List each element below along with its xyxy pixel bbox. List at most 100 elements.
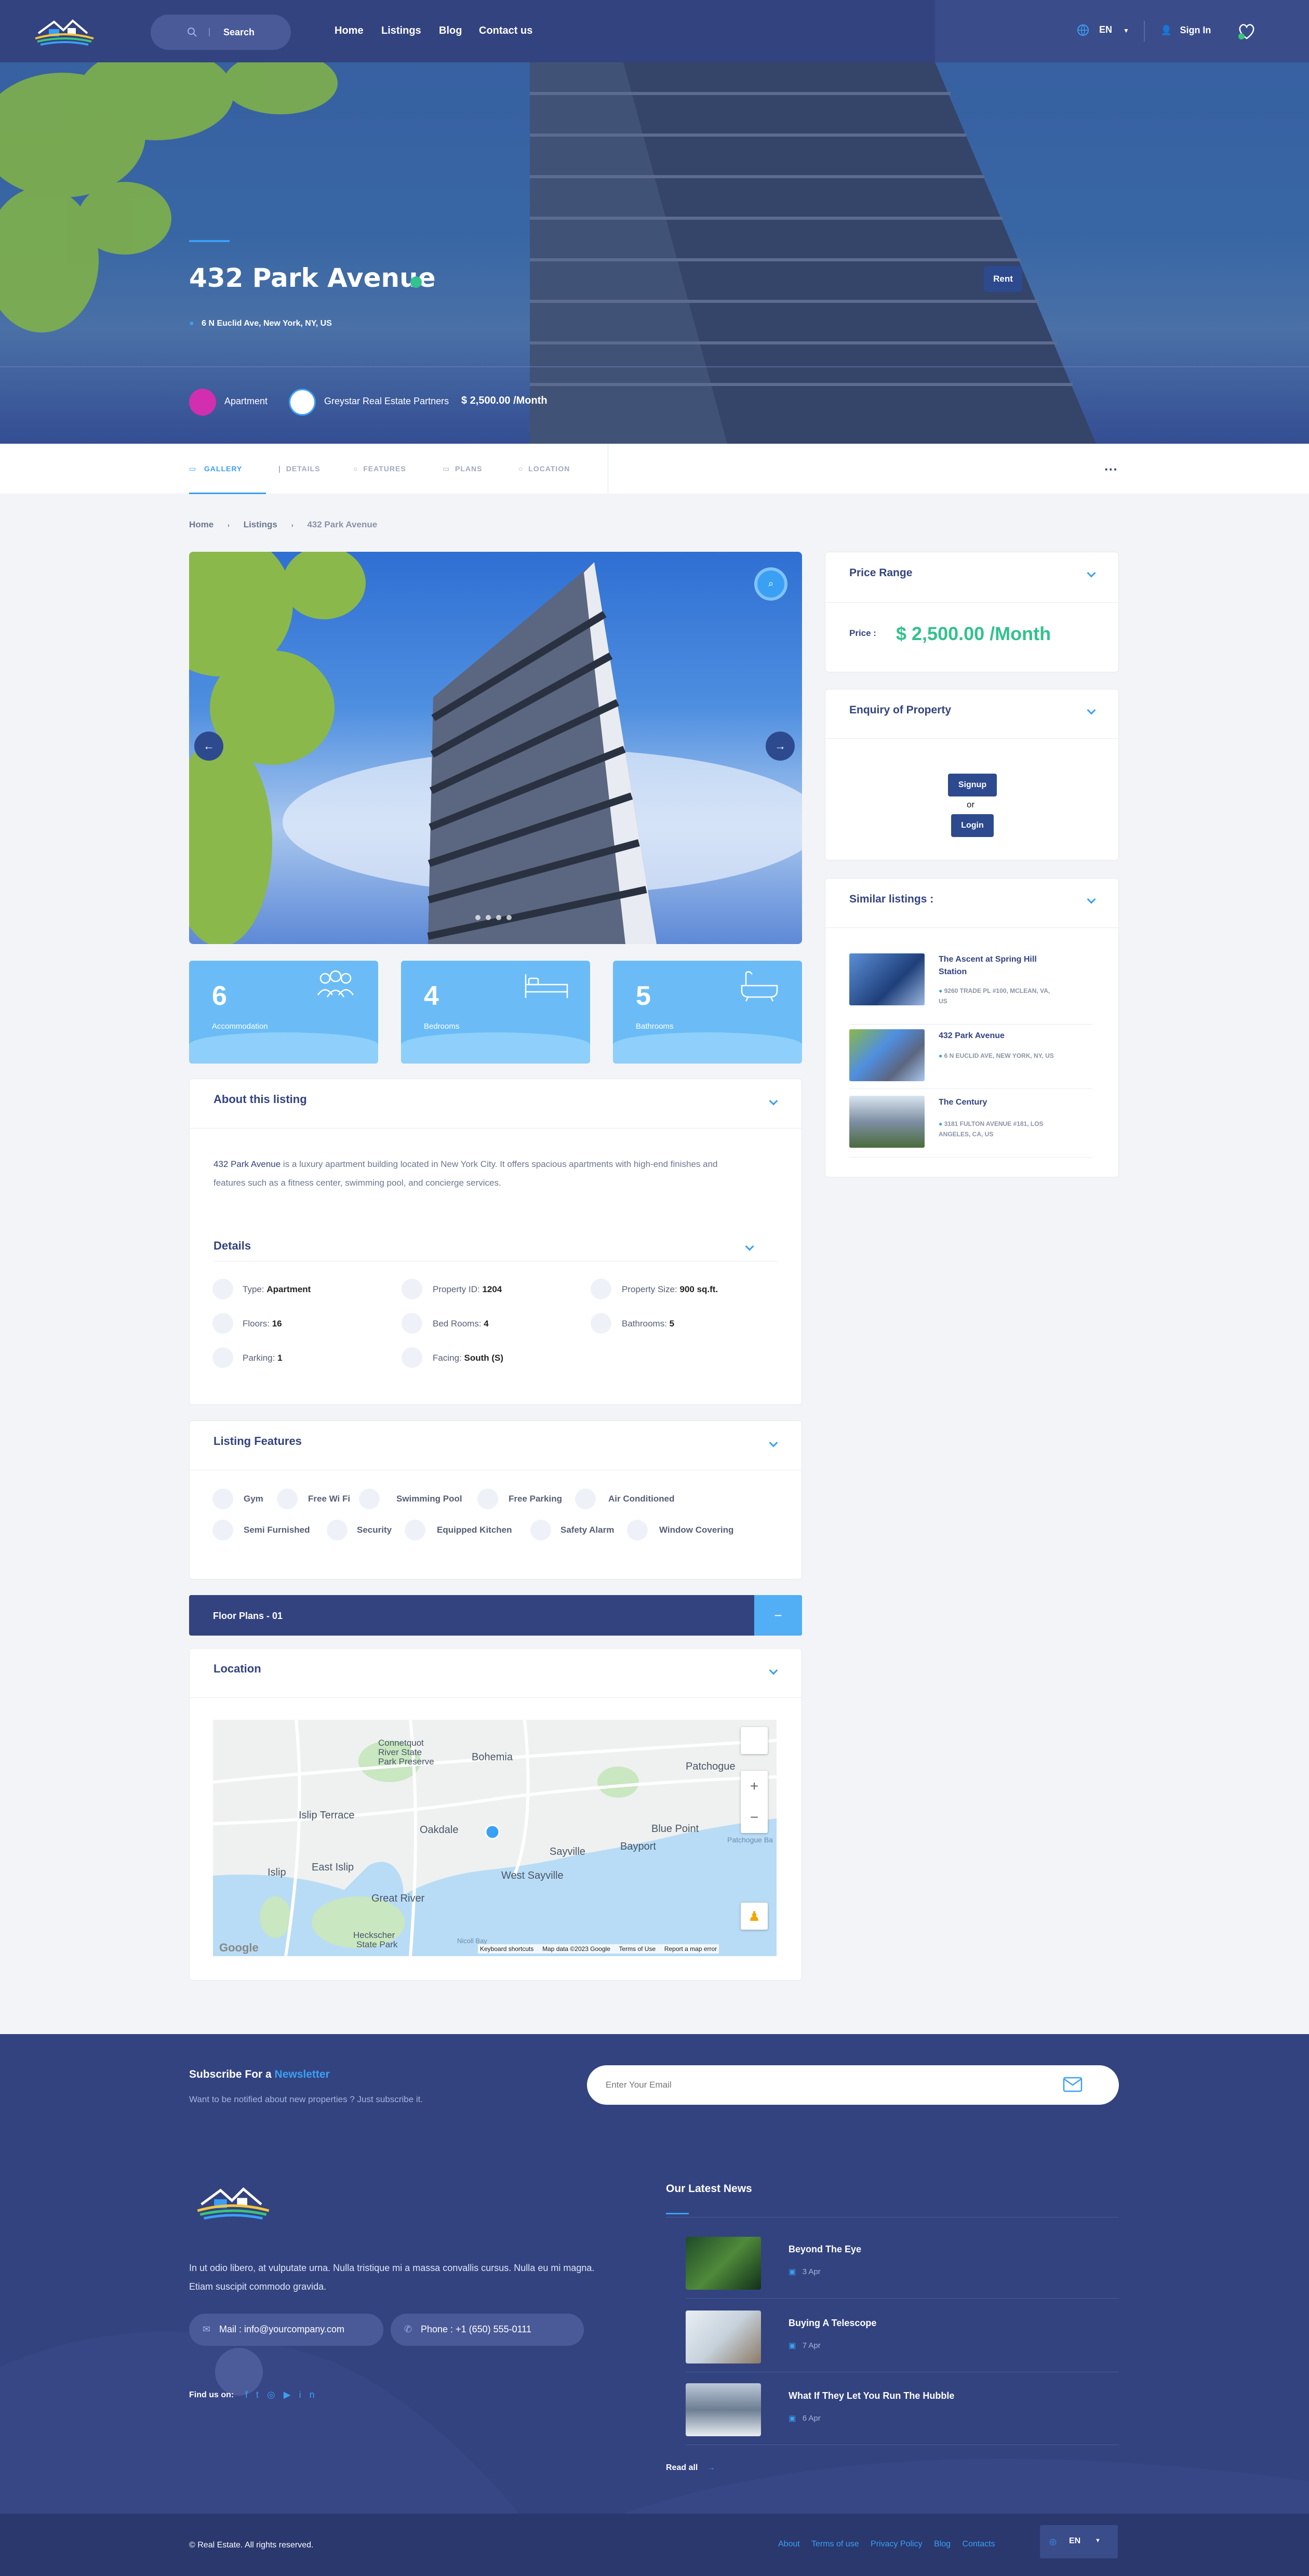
chevron-down-icon: ▼ bbox=[1095, 2538, 1101, 2544]
send-mail-icon[interactable] bbox=[1063, 2077, 1083, 2092]
nav-contact[interactable]: Contact us bbox=[479, 25, 532, 37]
footer-language-selector[interactable]: ◎ EN ▼ bbox=[1040, 2525, 1118, 2558]
logo[interactable] bbox=[33, 16, 96, 48]
search-button[interactable]: Search bbox=[151, 15, 291, 50]
listing-thumbnail[interactable] bbox=[849, 953, 925, 1005]
language-selector[interactable]: EN ▼ bbox=[1077, 24, 1129, 36]
chevron-down-icon[interactable] bbox=[745, 1242, 754, 1251]
chevron-down-icon[interactable] bbox=[1087, 568, 1096, 578]
fullscreen-icon[interactable] bbox=[741, 1727, 768, 1754]
nav-blog[interactable]: Blog bbox=[439, 25, 462, 37]
footer-link-about[interactable]: About bbox=[778, 2540, 800, 2548]
map-label: Patchogue Ba bbox=[727, 1836, 773, 1844]
email-input[interactable] bbox=[606, 2075, 1021, 2095]
youtube-icon[interactable]: ▶ bbox=[284, 2389, 299, 2400]
instagram-icon[interactable]: ◎ bbox=[267, 2389, 284, 2400]
zoom-out-icon[interactable]: − bbox=[741, 1802, 768, 1833]
footer-logo[interactable] bbox=[189, 2183, 277, 2222]
footer-link-privacy[interactable]: Privacy Policy bbox=[871, 2540, 923, 2548]
chevron-down-icon[interactable] bbox=[769, 1096, 778, 1106]
linkedin-icon[interactable]: in bbox=[299, 2389, 323, 2400]
about-lead: 432 Park Avenue bbox=[213, 1159, 281, 1169]
facebook-icon[interactable]: f bbox=[245, 2389, 256, 2400]
collapse-button[interactable]: − bbox=[754, 1595, 802, 1636]
about-title: About this listing bbox=[213, 1093, 307, 1106]
location-map[interactable]: Connetquot River State Park Preserve Boh… bbox=[213, 1720, 777, 1956]
map-footer-link[interactable]: Terms of Use bbox=[619, 1945, 656, 1953]
tab-plans[interactable]: ▭ PLANS bbox=[443, 464, 482, 473]
footer-links: About Terms of use Privacy Policy Blog C… bbox=[778, 2540, 995, 2549]
detail-label: Parking: bbox=[243, 1353, 275, 1363]
sign-in-link[interactable]: 👤 Sign In bbox=[1160, 25, 1211, 36]
tab-features[interactable]: ○ FEATURES bbox=[353, 464, 406, 473]
nav-listings[interactable]: Listings bbox=[381, 25, 421, 37]
street-view-pegman-icon[interactable]: ♟ bbox=[741, 1903, 768, 1930]
listing-address-line: 9260 TRADE PL #100, MCLEAN, VA, bbox=[944, 987, 1050, 994]
similar-listing-item[interactable]: The Century ● 3181 FULTON AVENUE #181, L… bbox=[849, 1096, 1092, 1153]
map-label: Islip Terrace bbox=[299, 1810, 354, 1821]
footer-link-blog[interactable]: Blog bbox=[934, 2540, 951, 2548]
property-type: Apartment bbox=[224, 396, 268, 406]
phone-pill[interactable]: ✆ Phone : +1 (650) 555-0111 bbox=[391, 2314, 584, 2346]
chevron-down-icon[interactable] bbox=[1087, 706, 1096, 715]
parking-icon bbox=[477, 1489, 498, 1509]
divider bbox=[849, 1024, 1092, 1025]
footer-link-contacts[interactable]: Contacts bbox=[963, 2540, 995, 2548]
search-icon bbox=[188, 28, 197, 37]
news-thumbnail[interactable] bbox=[686, 2237, 761, 2290]
tab-gallery[interactable]: ▭ GALLERY bbox=[189, 464, 242, 473]
login-button[interactable]: Login bbox=[951, 814, 994, 837]
arrow-right-icon[interactable]: → bbox=[766, 732, 795, 761]
zoom-in-icon[interactable]: + bbox=[741, 1771, 768, 1802]
breadcrumb-home[interactable]: Home bbox=[189, 520, 213, 529]
mail-text[interactable]: Mail : info@yourcompany.com bbox=[219, 2324, 344, 2335]
listing-name[interactable]: The Ascent at Spring Hill Station bbox=[939, 953, 1037, 978]
zoom-controls[interactable]: + − bbox=[741, 1771, 768, 1833]
chevron-down-icon[interactable] bbox=[769, 1438, 778, 1448]
rent-badge: Rent bbox=[984, 266, 1022, 292]
stat-accommodation: 6 Accommodation bbox=[189, 961, 378, 1064]
listing-name[interactable]: The Century bbox=[939, 1098, 987, 1107]
map-footer: Keyboard shortcuts Map data ©2023 Google… bbox=[478, 1944, 719, 1954]
map-footer-link[interactable]: Keyboard shortcuts bbox=[480, 1945, 533, 1953]
news-item-title[interactable]: Beyond The Eye bbox=[789, 2244, 861, 2255]
chevron-down-icon[interactable] bbox=[769, 1666, 778, 1675]
mail-pill[interactable]: ✉ Mail : info@yourcompany.com bbox=[189, 2314, 383, 2346]
detail-value: Apartment bbox=[266, 1284, 311, 1294]
enquiry-title: Enquiry of Property bbox=[849, 704, 952, 716]
listing-name[interactable]: 432 Park Avenue bbox=[939, 1031, 1005, 1041]
listing-thumbnail[interactable] bbox=[849, 1096, 925, 1148]
footer-link-terms[interactable]: Terms of use bbox=[811, 2540, 859, 2548]
agent-avatar[interactable] bbox=[289, 389, 316, 416]
tab-details[interactable]: | DETAILS bbox=[278, 464, 320, 473]
more-options-icon[interactable]: ··· bbox=[1104, 461, 1118, 477]
tab-location[interactable]: ○ LOCATION bbox=[518, 464, 570, 473]
footer-about-line: In ut odio libero, at vulputate urna. Nu… bbox=[189, 2263, 595, 2273]
news-thumbnail[interactable] bbox=[686, 2311, 761, 2363]
breadcrumb-listings[interactable]: Listings bbox=[244, 520, 277, 529]
listing-thumbnail[interactable] bbox=[849, 1029, 925, 1081]
nav-home[interactable]: Home bbox=[335, 25, 364, 37]
similar-listing-item[interactable]: The Ascent at Spring Hill Station ● 9260 … bbox=[849, 953, 1092, 1018]
agent-name[interactable]: Greystar Real Estate Partners bbox=[324, 396, 449, 407]
news-item[interactable]: What If They Let You Run The Hubble ▣ 6 … bbox=[686, 2383, 1119, 2437]
gallery-slider[interactable]: ⌕ ← → bbox=[189, 552, 802, 944]
similar-listing-item[interactable]: 432 Park Avenue ● 6 N EUCLID AVE, NEW YO… bbox=[849, 1029, 1092, 1086]
news-item[interactable]: Buying A Telescope ▣ 7 Apr bbox=[686, 2311, 1119, 2365]
news-item-title[interactable]: What If They Let You Run The Hubble bbox=[789, 2391, 954, 2401]
news-item-title[interactable]: Buying A Telescope bbox=[789, 2318, 876, 2329]
phone-text[interactable]: Phone : +1 (650) 555-0111 bbox=[421, 2324, 531, 2335]
news-item[interactable]: Beyond The Eye ▣ 3 Apr bbox=[686, 2237, 1119, 2291]
twitter-icon[interactable]: t bbox=[256, 2389, 267, 2400]
news-thumbnail[interactable] bbox=[686, 2383, 761, 2436]
map-footer-link[interactable]: Report a map error bbox=[664, 1945, 717, 1953]
read-all-link[interactable]: Read all → bbox=[666, 2463, 715, 2473]
gallery-icon: ▭ bbox=[189, 464, 199, 473]
signup-button[interactable]: Signup bbox=[948, 774, 997, 796]
arrow-left-icon[interactable]: ← bbox=[194, 732, 223, 761]
favorites-heart-icon[interactable] bbox=[1237, 21, 1256, 42]
zoom-icon[interactable]: ⌕ bbox=[754, 567, 787, 601]
detail-label: Bathrooms: bbox=[622, 1319, 667, 1329]
chevron-down-icon[interactable] bbox=[1087, 895, 1096, 904]
floor-plan-accordion[interactable]: Floor Plans - 01 − bbox=[189, 1595, 802, 1636]
